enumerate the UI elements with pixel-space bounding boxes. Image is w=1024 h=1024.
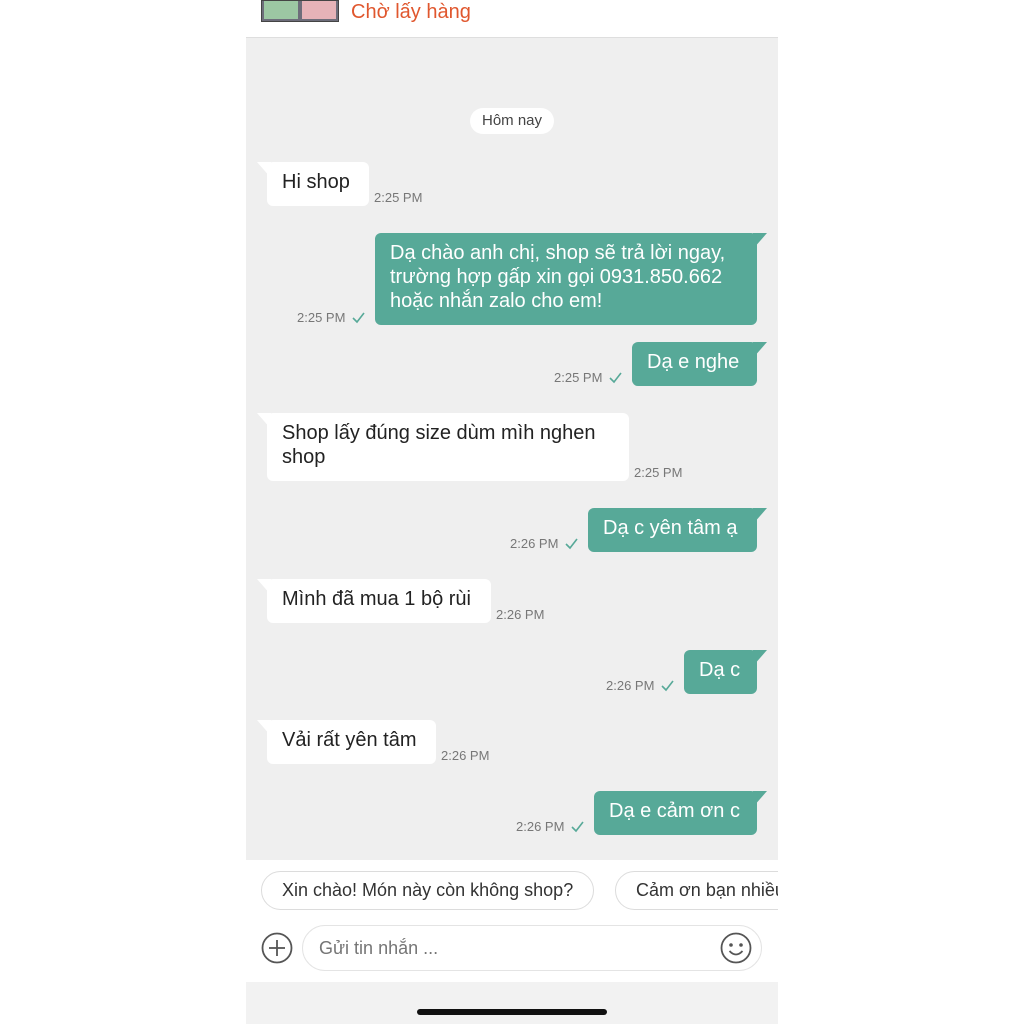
message-text: Mình đã mua 1 bộ rùi	[282, 588, 471, 610]
message-meta: 2:26 PM	[510, 536, 579, 551]
message-meta: 2:25 PM	[297, 310, 366, 325]
message-incoming: Vải rất yên tâm	[257, 720, 436, 764]
quick-reply-bar: Xin chào! Món này còn không shop? Cảm ơn…	[246, 860, 778, 920]
product-thumbnail	[261, 0, 339, 22]
message-input-box[interactable]	[302, 925, 762, 971]
message-meta: 2:26 PM	[516, 819, 585, 834]
message-text: Dạ e nghe	[647, 351, 740, 373]
home-indicator[interactable]	[417, 1009, 607, 1015]
message-outgoing: Dạ e nghe	[632, 342, 767, 386]
message-meta: 2:25 PM	[554, 370, 623, 385]
plus-circle-icon[interactable]	[261, 932, 293, 964]
message-input[interactable]	[319, 926, 699, 970]
check-icon	[571, 821, 585, 833]
order-header[interactable]: Chờ lấy hàng	[246, 0, 778, 38]
date-separator: Hôm nay	[470, 108, 554, 134]
message-incoming: Hi shop	[257, 162, 369, 206]
message-incoming: Mình đã mua 1 bộ rùi	[257, 579, 491, 623]
message-meta: 2:25 PM	[374, 190, 422, 205]
message-text: Dạ e cảm ơn c	[609, 800, 740, 822]
message-text: Hi shop	[282, 171, 350, 193]
composer-bar	[246, 920, 778, 982]
message-incoming: Shop lấy đúng size dùm mìh nghen shop	[257, 413, 629, 481]
emoji-icon[interactable]	[720, 932, 752, 964]
message-time: 2:26 PM	[441, 748, 490, 763]
message-outgoing: Dạ chào anh chị, shop sẽ trả lời ngay, t…	[375, 233, 767, 325]
message-outgoing: Dạ c	[684, 650, 767, 694]
message-time: 2:25 PM	[374, 190, 423, 205]
chat-screen: Chờ lấy hàng Hôm nay Hi shop 2:25 PM Dạ …	[246, 0, 778, 1024]
message-meta: 2:25 PM	[634, 465, 682, 480]
check-icon	[609, 372, 623, 384]
message-time: 2:26 PM	[516, 819, 565, 834]
check-icon	[352, 312, 366, 324]
order-status: Chờ lấy hàng	[351, 1, 471, 23]
bottom-safe-area	[246, 982, 778, 1024]
message-text: Dạ c yên tâm ạ	[603, 517, 738, 539]
message-time: 2:25 PM	[554, 370, 603, 385]
quick-reply-chip[interactable]: Xin chào! Món này còn không shop?	[261, 871, 595, 910]
message-outgoing: Dạ e cảm ơn c	[594, 791, 767, 835]
message-outgoing: Dạ c yên tâm ạ	[588, 508, 767, 552]
message-meta: 2:26 PM	[606, 678, 675, 693]
check-icon	[565, 538, 579, 550]
check-icon	[661, 680, 675, 692]
message-text: Dạ chào anh chị, shop sẽ trả lời ngay, t…	[390, 242, 726, 312]
quick-reply-chip[interactable]: Cảm ơn bạn nhiều	[615, 871, 778, 910]
message-time: 2:26 PM	[510, 536, 559, 551]
message-text: Dạ c	[699, 659, 741, 681]
message-time: 2:25 PM	[634, 465, 683, 480]
message-time: 2:26 PM	[606, 678, 655, 693]
message-time: 2:26 PM	[496, 607, 545, 622]
message-meta: 2:26 PM	[441, 748, 489, 763]
message-time: 2:25 PM	[297, 310, 346, 325]
message-meta: 2:26 PM	[496, 607, 544, 622]
message-text: Vải rất yên tâm	[282, 729, 417, 751]
message-text: Shop lấy đúng size dùm mìh nghen shop	[282, 422, 596, 468]
